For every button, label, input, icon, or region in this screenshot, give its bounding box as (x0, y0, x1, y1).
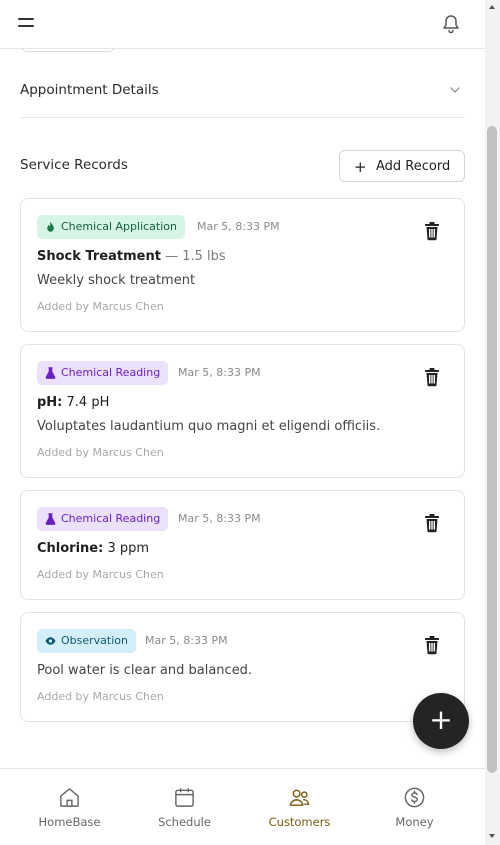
record-value: 3 ppm (107, 541, 150, 556)
eye-icon (45, 637, 56, 645)
record-note: Pool water is clear and balanced. (37, 663, 253, 678)
scrollbar[interactable] (485, 0, 500, 845)
trash-icon[interactable] (424, 367, 440, 387)
plus-icon: + (429, 703, 453, 736)
service-record-card: Chemical Reading Mar 5, 8:33 PM Chlorine… (20, 490, 465, 600)
nav-label: Customers (268, 815, 331, 829)
record-label: Shock Treatment (37, 249, 161, 264)
record-timestamp: Mar 5, 8:33 PM (145, 634, 228, 647)
record-value: 7.4 pH (66, 395, 110, 410)
flame-icon (47, 221, 54, 232)
appointment-details-toggle[interactable]: Appointment Details (20, 75, 465, 105)
appointment-details-title: Appointment Details (20, 82, 159, 98)
record-added-by: Added by Marcus Chen (37, 300, 164, 313)
nav-item-homebase[interactable]: HomeBase (9, 769, 130, 845)
plus-icon: + (354, 158, 367, 176)
users-icon (289, 789, 310, 806)
service-records-title: Service Records (20, 157, 128, 173)
nav-item-schedule[interactable]: Schedule (124, 769, 245, 845)
trash-icon[interactable] (424, 635, 440, 655)
scroll-up-arrow-icon[interactable] (489, 5, 495, 9)
nav-item-money[interactable]: Money (354, 769, 475, 845)
record-added-by: Added by Marcus Chen (37, 568, 164, 581)
record-label: pH: (37, 395, 63, 410)
chevron-down-icon (450, 87, 460, 93)
record-type-badge: Chemical Application (37, 215, 185, 239)
flask-icon (45, 513, 56, 525)
add-record-button[interactable]: + Add Record (339, 150, 465, 182)
partial-button[interactable] (20, 49, 116, 52)
nav-item-customers[interactable]: Customers (239, 769, 360, 845)
calendar-icon (175, 788, 194, 807)
hamburger-menu-icon[interactable] (18, 16, 34, 30)
nav-label: Money (395, 815, 434, 829)
record-note: Voluptates laudantium quo magni et elige… (37, 419, 381, 434)
record-label: Chlorine: (37, 541, 104, 556)
record-main-line: Chlorine: 3 ppm (37, 541, 149, 556)
record-main-line: Shock Treatment — 1.5 lbs (37, 249, 226, 264)
add-fab-button[interactable]: + (413, 693, 469, 749)
record-value: — 1.5 lbs (165, 249, 226, 264)
nav-label: HomeBase (38, 815, 101, 829)
divider (20, 117, 465, 118)
top-bar (0, 0, 485, 49)
record-timestamp: Mar 5, 8:33 PM (197, 220, 280, 233)
record-timestamp: Mar 5, 8:33 PM (178, 512, 261, 525)
record-added-by: Added by Marcus Chen (37, 446, 164, 459)
record-timestamp: Mar 5, 8:33 PM (178, 366, 261, 379)
record-type-badge: Chemical Reading (37, 361, 169, 385)
trash-icon[interactable] (424, 221, 440, 241)
add-record-label: Add Record (376, 159, 451, 174)
record-type-badge: Observation (37, 629, 136, 653)
record-note: Weekly shock treatment (37, 273, 196, 288)
flask-icon (45, 367, 56, 379)
record-type-badge: Chemical Reading (37, 507, 169, 531)
scroll-down-arrow-icon[interactable] (489, 834, 495, 838)
scrollbar-thumb[interactable] (487, 126, 497, 773)
home-icon (60, 788, 79, 807)
service-record-card: Observation Mar 5, 8:33 PM Pool water is… (20, 612, 465, 722)
service-record-card: Chemical Application Mar 5, 8:33 PM Shoc… (20, 198, 465, 332)
bell-icon[interactable] (441, 13, 461, 35)
dollar-circle-icon (404, 787, 425, 808)
record-added-by: Added by Marcus Chen (37, 690, 164, 703)
trash-icon[interactable] (424, 513, 440, 533)
bottom-navigation: HomeBase Schedule Customers Money (0, 768, 485, 845)
main-content: Appointment Details Service Records + Ad… (0, 49, 485, 768)
record-main-line: pH: 7.4 pH (37, 395, 109, 410)
service-record-card: Chemical Reading Mar 5, 8:33 PM pH: 7.4 … (20, 344, 465, 478)
nav-label: Schedule (158, 815, 211, 829)
